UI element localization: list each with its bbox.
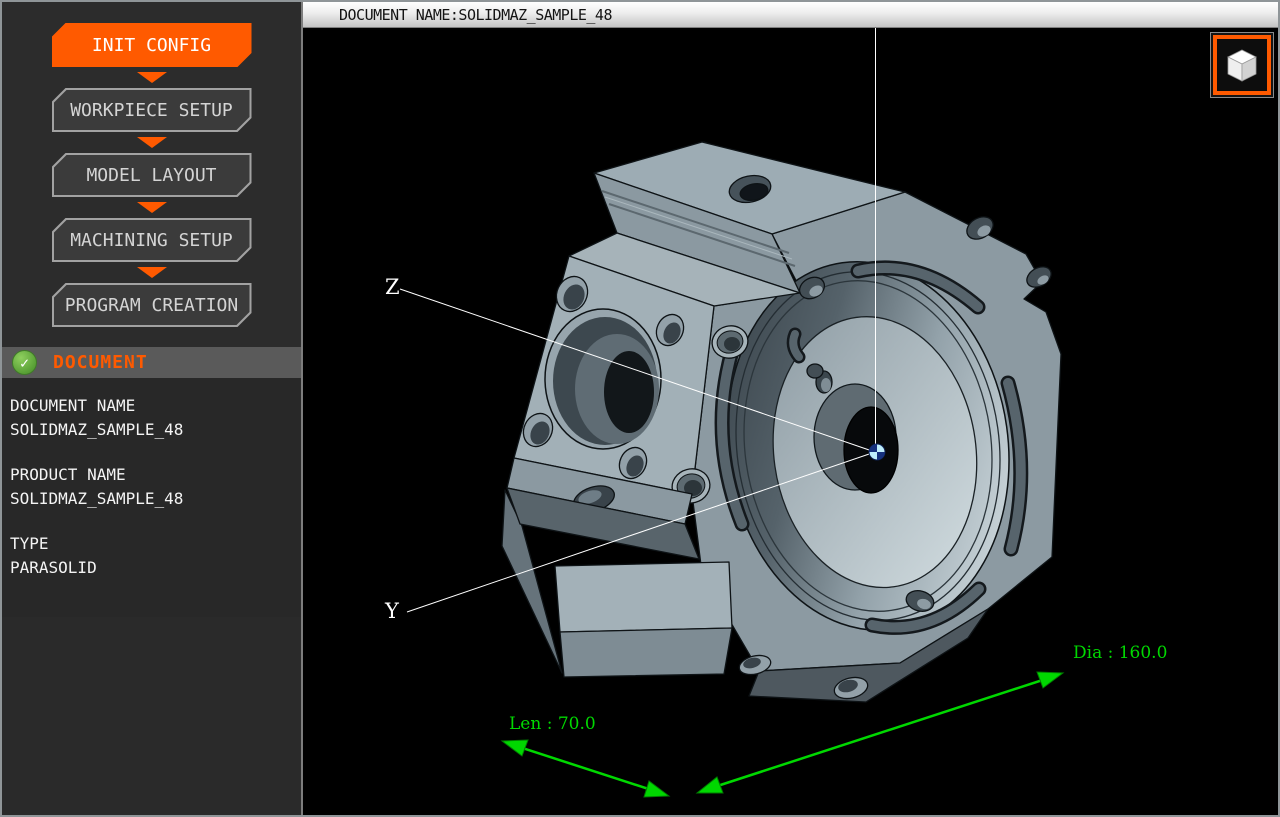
model-3d-view[interactable]: Z Y Len : 70.0 Dia : 160.0	[303, 28, 1278, 815]
viewport-3d[interactable]: Z Y Len : 70.0 Dia : 160.0	[303, 28, 1278, 815]
document-panel-title: DOCUMENT	[53, 352, 148, 373]
field-product-name: PRODUCT NAME SOLIDMAZ_SAMPLE_48	[10, 463, 293, 511]
viewport-title: DOCUMENT NAME:SOLIDMAZ_SAMPLE_48	[339, 6, 612, 24]
step-label: PROGRAM CREATION	[65, 295, 238, 316]
flow-arrow-icon	[2, 197, 301, 218]
app-window: INIT CONFIG WORKPIECE SETUP MODEL LAYOUT…	[0, 0, 1280, 817]
flow-arrow-icon	[2, 262, 301, 283]
sidebar: INIT CONFIG WORKPIECE SETUP MODEL LAYOUT…	[2, 2, 303, 815]
document-fields: DOCUMENT NAME SOLIDMAZ_SAMPLE_48 PRODUCT…	[2, 378, 301, 617]
step-program-creation[interactable]: PROGRAM CREATION	[52, 283, 252, 327]
isometric-cube-icon	[1223, 45, 1261, 85]
field-value: SOLIDMAZ_SAMPLE_48	[10, 487, 293, 511]
flow-arrow-icon	[2, 132, 301, 153]
field-value: PARASOLID	[10, 556, 293, 580]
step-init-config[interactable]: INIT CONFIG	[52, 23, 252, 67]
field-label: DOCUMENT NAME	[10, 394, 293, 418]
view-cube-button[interactable]	[1210, 32, 1274, 98]
flow-arrow-icon	[2, 67, 301, 88]
field-label: TYPE	[10, 532, 293, 556]
step-workpiece-setup[interactable]: WORKPIECE SETUP	[52, 88, 252, 132]
step-label: WORKPIECE SETUP	[70, 100, 233, 121]
step-label: INIT CONFIG	[92, 35, 211, 56]
z-axis-label: Z	[385, 275, 400, 299]
viewport-title-bar: DOCUMENT NAME:SOLIDMAZ_SAMPLE_48	[303, 2, 1278, 28]
origin-marker-icon	[869, 444, 885, 460]
field-label: PRODUCT NAME	[10, 463, 293, 487]
step-label: MACHINING SETUP	[70, 230, 233, 251]
diameter-dimension-label: Dia : 160.0	[1073, 643, 1167, 663]
length-dimension-label: Len : 70.0	[509, 714, 596, 734]
y-axis-label: Y	[384, 599, 400, 623]
field-value: SOLIDMAZ_SAMPLE_48	[10, 418, 293, 442]
status-check-icon: ✓	[12, 350, 37, 375]
model-part	[502, 142, 1061, 702]
field-type: TYPE PARASOLID	[10, 532, 293, 580]
step-model-layout[interactable]: MODEL LAYOUT	[52, 153, 252, 197]
step-machining-setup[interactable]: MACHINING SETUP	[52, 218, 252, 262]
view-cube-frame	[1213, 35, 1271, 95]
document-panel-header: ✓ DOCUMENT	[2, 347, 301, 378]
step-label: MODEL LAYOUT	[86, 165, 216, 186]
workflow-steps: INIT CONFIG WORKPIECE SETUP MODEL LAYOUT…	[2, 2, 301, 347]
field-document-name: DOCUMENT NAME SOLIDMAZ_SAMPLE_48	[10, 394, 293, 442]
